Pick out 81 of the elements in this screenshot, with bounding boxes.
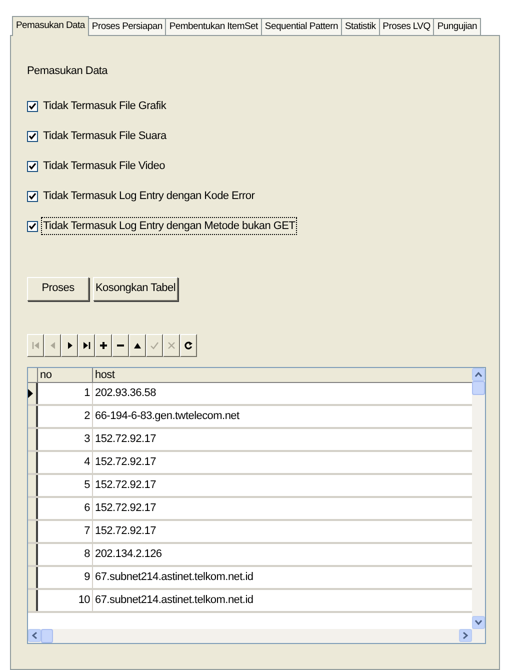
navigator-button[interactable] — [112, 334, 129, 356]
scroll-left-button[interactable] — [28, 629, 41, 642]
table-cell-text: 202.134.2.126 — [94, 546, 163, 562]
table-cell-text: 152.72.92.17 — [94, 524, 157, 538]
table-cell-text: 67.subnet214.astinet.telkom.net.id — [94, 570, 254, 584]
caret-right-icon — [463, 632, 468, 639]
caret-down-icon — [475, 620, 482, 624]
scroll-thumb[interactable] — [472, 380, 485, 394]
caret-left-icon — [32, 632, 37, 639]
tab[interactable]: Pemasukan Data — [12, 16, 89, 36]
indicator-header — [28, 368, 38, 382]
scroll-thumb[interactable] — [41, 628, 53, 642]
table-cell: 6 — [38, 498, 93, 518]
table-cell: 8 — [38, 544, 93, 564]
row-indicator[interactable] — [28, 428, 38, 450]
caret-up-icon — [475, 372, 482, 376]
table-cell: 4 — [38, 452, 93, 472]
first-record-icon — [31, 340, 40, 350]
column-header[interactable]: no — [38, 368, 93, 382]
tab[interactable]: Pembentukan ItemSet — [166, 18, 262, 35]
triangle-up-icon — [133, 340, 142, 350]
tab[interactable]: Pungujian — [434, 18, 482, 35]
checkbox-label[interactable]: Tidak Termasuk File Suara — [42, 128, 168, 144]
checkbox[interactable] — [27, 220, 38, 232]
navigator-button[interactable] — [78, 334, 95, 356]
checkbox-label[interactable]: Tidak Termasuk Log Entry dengan Kode Error — [42, 188, 256, 204]
table-cell-text: 152.72.92.17 — [94, 432, 157, 446]
navigator-button[interactable] — [95, 334, 112, 356]
prior-record-icon — [48, 340, 57, 350]
table-cell-text: 152.72.92.17 — [94, 478, 157, 492]
table-cell: 9 — [38, 566, 93, 588]
checkbox-label[interactable]: Tidak Termasuk File Grafik — [42, 98, 168, 114]
scroll-down-button[interactable] — [472, 616, 485, 628]
table-cell: 3 — [38, 428, 93, 450]
checkbox[interactable] — [27, 100, 38, 112]
refresh-icon — [184, 340, 193, 350]
row-indicator[interactable] — [28, 498, 38, 518]
tab[interactable]: Statistik — [342, 18, 380, 35]
scroll-right-button[interactable] — [459, 629, 472, 642]
tab[interactable]: Sequential Pattern — [262, 18, 342, 35]
row-indicator[interactable] — [28, 406, 38, 426]
navigator-button[interactable] — [61, 334, 78, 356]
vertical-scrollbar[interactable] — [472, 368, 485, 628]
column-header[interactable]: host — [93, 368, 472, 382]
checkbox[interactable] — [27, 160, 38, 172]
table-cell-text: 202.93.36.58 — [94, 386, 157, 400]
horizontal-scrollbar[interactable] — [28, 628, 485, 642]
play-icon — [65, 340, 74, 350]
row-indicator[interactable] — [28, 566, 38, 588]
navigator-button[interactable] — [180, 334, 197, 356]
table-cell: 5 — [38, 474, 93, 496]
current-row-icon — [28, 388, 33, 398]
tab[interactable]: Proses LVQ — [380, 18, 434, 35]
navigator-button[interactable] — [129, 334, 146, 356]
table-cell-text: 67.subnet214.astinet.telkom.net.id — [94, 592, 254, 608]
table-cell-text: 152.72.92.17 — [94, 500, 157, 516]
cross-icon — [167, 340, 176, 350]
checkbox-label[interactable]: Tidak Termasuk File Video — [42, 158, 166, 174]
table-cell-text: 66-194-6-83.gen.twtelecom.net — [94, 408, 240, 424]
row-indicator[interactable] — [28, 544, 38, 564]
section-label: Pemasukan Data — [27, 64, 108, 79]
checkbox[interactable] — [27, 190, 38, 202]
row-indicator[interactable] — [28, 590, 38, 610]
row-indicator[interactable] — [28, 520, 38, 542]
push-button[interactable]: Kosongkan Tabel — [93, 276, 178, 300]
last-record-icon — [82, 340, 91, 350]
scroll-up-button[interactable] — [472, 368, 485, 380]
table-cell: 7 — [38, 520, 93, 542]
table-cell-text: 152.72.92.17 — [94, 454, 157, 470]
plus-icon — [99, 340, 108, 350]
row-indicator[interactable] — [28, 382, 38, 404]
row-indicator[interactable] — [28, 452, 38, 472]
row-indicator[interactable] — [28, 474, 38, 496]
push-button[interactable]: Proses — [27, 276, 89, 300]
table-cell: 1 — [38, 382, 93, 404]
checkbox-label[interactable]: Tidak Termasuk Log Entry dengan Metode bukan GET — [42, 218, 296, 234]
tab[interactable]: Proses Persiapan — [88, 18, 166, 35]
table-cell: 10 — [38, 590, 93, 610]
checkbox[interactable] — [27, 130, 38, 142]
check-icon — [150, 340, 159, 350]
table-cell: 2 — [38, 406, 93, 426]
